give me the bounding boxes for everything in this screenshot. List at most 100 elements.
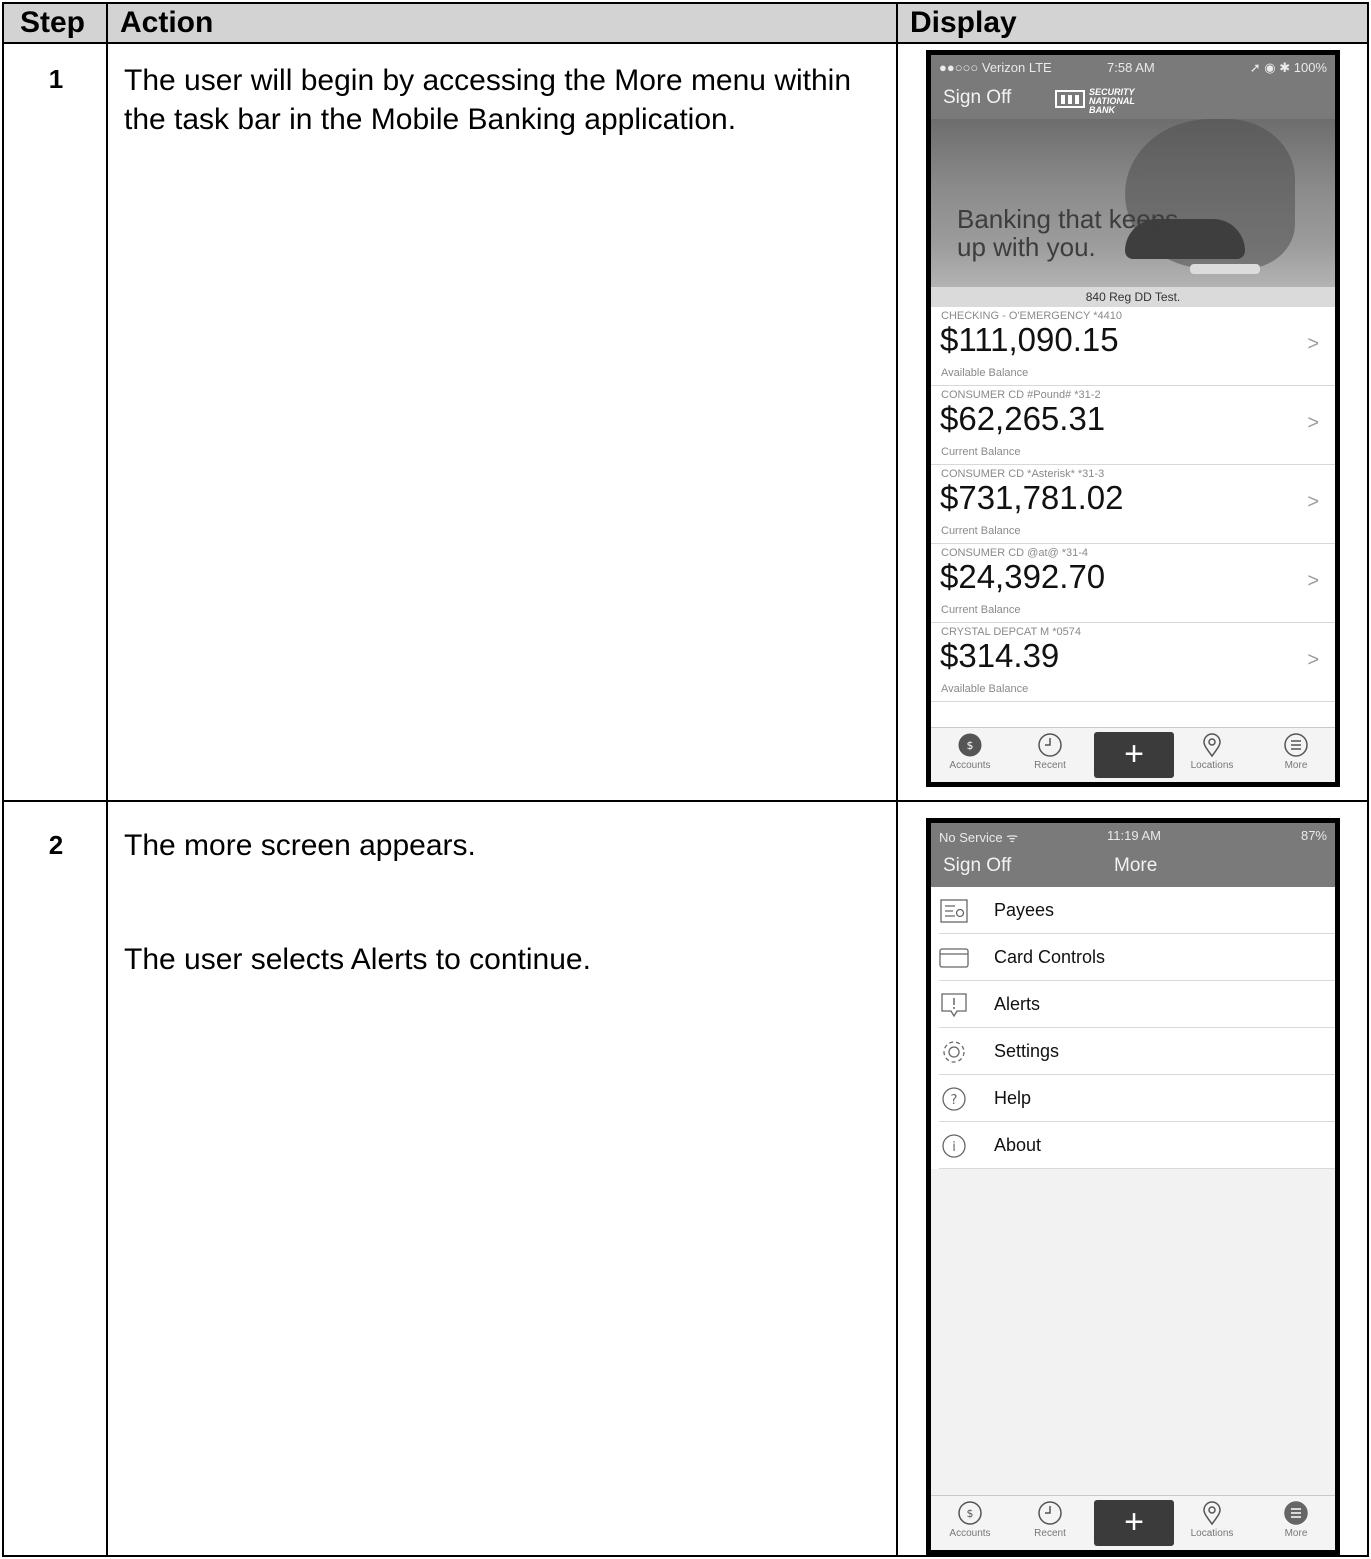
menu-item-card-controls[interactable]: Card Controls xyxy=(939,934,1335,981)
menu-item-settings[interactable]: Settings xyxy=(939,1028,1335,1075)
time-text: 11:19 AM xyxy=(1107,828,1161,843)
step-number: 2 xyxy=(48,830,64,860)
menu-item-label: Payees xyxy=(994,900,1055,920)
location-pin-icon xyxy=(1203,733,1221,758)
bank-logo-icon xyxy=(1055,90,1085,108)
menu-item-label: About xyxy=(994,1135,1042,1155)
chevron-right-icon: > xyxy=(1307,649,1319,671)
location-pin-icon xyxy=(1203,1501,1221,1526)
tab-label: Accounts xyxy=(949,760,991,771)
battery-text: 87% xyxy=(1300,828,1327,843)
svg-text:$: $ xyxy=(967,1507,974,1520)
accounts-icon: $ xyxy=(958,733,982,757)
status-bar: No Service ᯤ 11:19 AM 87% xyxy=(931,823,1335,847)
header-step: Step xyxy=(20,6,86,39)
svg-text:$: $ xyxy=(967,739,974,752)
plus-button[interactable]: + xyxy=(1094,1500,1174,1546)
account-row[interactable]: CONSUMER CD @at@ *31-4 $24,392.70 Curren… xyxy=(931,544,1335,623)
clock-icon xyxy=(1038,1501,1062,1525)
nav-bar: Sign Off SECURITY NATIONAL BANK xyxy=(931,79,1335,119)
balance-label: Current Balance xyxy=(941,604,1021,616)
hero-tagline-line1: Banking that keeps xyxy=(957,204,1179,234)
time-text: 7:58 AM xyxy=(1107,60,1155,75)
menu-item-alerts[interactable]: Alerts xyxy=(939,981,1335,1028)
more-menu-list: Payees Card Controls Alerts Settings ? H… xyxy=(931,887,1335,1169)
tab-label: Recent xyxy=(1034,760,1066,771)
menu-item-label: Alerts xyxy=(994,994,1041,1014)
hero-tagline-line2: up with you. xyxy=(957,232,1096,262)
sign-off-button[interactable]: Sign Off xyxy=(943,855,1011,877)
hero-banner: Banking that keeps up with you. xyxy=(931,119,1335,287)
phone-screenshot-accounts: ●●○○○ Verizon LTE 7:58 AM ➚ ◉ ✱ 100% Sig… xyxy=(926,50,1340,787)
procedure-table: Step Action Display 1 The user will begi… xyxy=(2,2,1369,1557)
tab-recent[interactable]: Recent xyxy=(1015,1500,1085,1539)
card-icon xyxy=(939,948,969,968)
account-amount: $731,781.02 xyxy=(940,479,1124,516)
tab-label: Recent xyxy=(1034,1528,1066,1539)
menu-item-about[interactable]: i About xyxy=(939,1122,1335,1169)
sign-off-button[interactable]: Sign Off xyxy=(943,87,1011,109)
more-menu-icon xyxy=(1284,1501,1308,1525)
balance-label: Available Balance xyxy=(941,683,1029,695)
tab-accounts[interactable]: $ Accounts xyxy=(935,732,1005,771)
payees-icon xyxy=(940,899,968,923)
action-text: The user will begin by accessing the Mor… xyxy=(124,64,852,136)
tab-label: Accounts xyxy=(949,1528,991,1539)
account-amount: $111,090.15 xyxy=(940,321,1119,358)
tab-accounts[interactable]: $ Accounts xyxy=(935,1500,1005,1539)
tab-recent[interactable]: Recent xyxy=(1015,732,1085,771)
svg-text:?: ? xyxy=(951,1093,958,1108)
tab-more[interactable]: More xyxy=(1261,732,1331,771)
menu-item-payees[interactable]: Payees xyxy=(939,887,1335,934)
tab-bar: $ Accounts Recent + Locations More xyxy=(931,727,1335,782)
chevron-right-icon: > xyxy=(1307,412,1319,434)
account-row[interactable]: CONSUMER CD #Pound# *31-2 $62,265.31 Cur… xyxy=(931,386,1335,465)
balance-label: Current Balance xyxy=(941,525,1021,537)
logo-line2: NATIONAL BANK xyxy=(1089,96,1135,115)
column-divider xyxy=(896,4,898,1555)
tab-locations[interactable]: Locations xyxy=(1177,1500,1247,1539)
menu-item-label: Card Controls xyxy=(994,947,1106,967)
carrier-text: ●●○○○ Verizon LTE xyxy=(939,60,1052,75)
plus-button[interactable]: + xyxy=(1094,732,1174,778)
svg-text:i: i xyxy=(952,1140,956,1155)
account-row[interactable]: CONSUMER CD *Asterisk* *31-3 $731,781.02… xyxy=(931,465,1335,544)
account-group-band: 840 Reg DD Test. xyxy=(931,287,1335,307)
header-action: Action xyxy=(120,6,214,39)
more-menu-icon xyxy=(1284,733,1308,757)
hero-photo-phone xyxy=(1190,264,1260,274)
clock-icon xyxy=(1038,733,1062,757)
alert-bubble-icon xyxy=(941,993,967,1018)
gear-icon xyxy=(943,1041,965,1063)
account-row[interactable]: CRYSTAL DEPCAT M *0574 $314.39 Available… xyxy=(931,623,1335,702)
step-number: 1 xyxy=(48,64,64,94)
tab-label: More xyxy=(1284,1528,1308,1539)
column-divider xyxy=(106,4,108,1555)
row-divider xyxy=(4,800,1367,802)
balance-label: Available Balance xyxy=(941,367,1029,379)
help-icon: ? xyxy=(942,1087,966,1111)
info-icon: i xyxy=(942,1134,966,1158)
account-amount: $24,392.70 xyxy=(940,558,1106,595)
tab-label: Locations xyxy=(1190,760,1234,771)
account-row[interactable]: CHECKING - O'EMERGENCY *4410 $111,090.15… xyxy=(931,307,1335,386)
balance-label: Current Balance xyxy=(941,446,1021,458)
tab-locations[interactable]: Locations xyxy=(1177,732,1247,771)
phone-screenshot-more: No Service ᯤ 11:19 AM 87% Sign Off More … xyxy=(926,818,1340,1555)
battery-text: ➚ ◉ ✱ 100% xyxy=(1249,60,1327,75)
chevron-right-icon: > xyxy=(1307,333,1319,355)
menu-item-help[interactable]: ? Help xyxy=(939,1075,1335,1122)
action-text: The user selects Alerts to continue. xyxy=(124,943,591,976)
tab-bar: $ Accounts Recent + Locations More xyxy=(931,1495,1335,1550)
bank-logo: SECURITY NATIONAL BANK xyxy=(1055,87,1135,115)
tab-label: Locations xyxy=(1190,1528,1234,1539)
table-header: Step Action Display xyxy=(4,4,1367,44)
menu-item-label: Settings xyxy=(994,1041,1060,1061)
screen-title: More xyxy=(1114,855,1158,876)
header-display: Display xyxy=(910,6,1017,39)
account-amount: $314.39 xyxy=(940,637,1060,674)
account-amount: $62,265.31 xyxy=(940,400,1106,437)
nav-bar: Sign Off More xyxy=(931,847,1335,887)
tab-more[interactable]: More xyxy=(1261,1500,1331,1539)
action-text: The more screen appears. xyxy=(124,829,476,862)
